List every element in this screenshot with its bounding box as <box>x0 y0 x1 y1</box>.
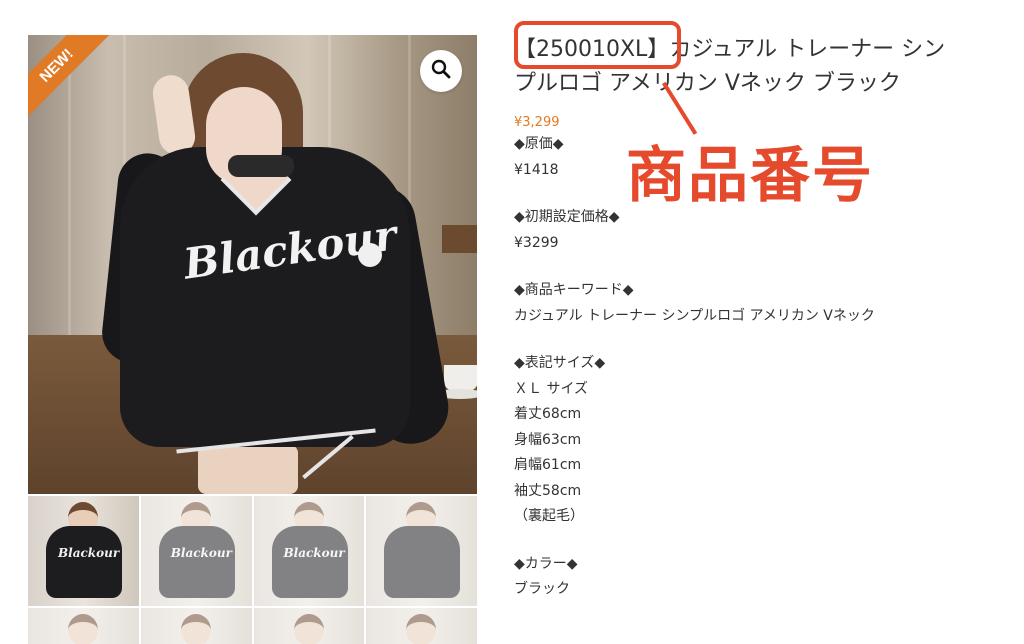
thumbnail-4[interactable] <box>366 496 477 606</box>
headphones <box>228 155 294 177</box>
thumb-sweater <box>46 526 122 598</box>
zoom-button[interactable] <box>420 50 462 92</box>
size-heading: ◆表記サイズ◆ <box>514 355 606 371</box>
thumb-model-head <box>293 502 324 534</box>
sweater-patch <box>358 243 382 267</box>
initial-price-value: ¥3299 <box>514 234 559 251</box>
thumb-model-head <box>68 614 98 644</box>
length-value: 着丈68cm <box>514 406 582 422</box>
color-heading: ◆カラー◆ <box>514 555 578 572</box>
body-width-value: 身幅63cm <box>514 431 582 448</box>
thumbnail-6[interactable] <box>140 608 252 644</box>
product-summary: 【250010XL】カジュアル トレーナー シンプルロゴ アメリカン Vネック … <box>514 21 1014 603</box>
product-price: ¥3,299 <box>514 115 560 130</box>
sleeve-length-value: 袖丈58cm <box>514 482 582 499</box>
color-value: ブラック <box>514 581 570 597</box>
thumb-model-head <box>406 614 437 644</box>
model-legs <box>198 445 298 494</box>
thumb-sweater <box>384 526 461 598</box>
thumb-print-logo: Blackour <box>283 546 345 560</box>
thumb-print-logo: Blackour <box>170 546 232 560</box>
shoulder-width-value: 肩幅61cm <box>514 457 582 473</box>
thumbnail-strip: Blackour Blackour Blackour <box>28 496 477 644</box>
sku-highlight-box <box>514 21 681 69</box>
keywords-value: カジュアル トレーナー シンプルロゴ アメリカン Vネック <box>514 307 875 324</box>
thumb-sweater <box>271 526 348 598</box>
sku-annotation-label: 商品番号 <box>626 141 874 211</box>
main-product-image[interactable]: Blackour NEW! <box>28 35 477 494</box>
size-label: ＸＬ サイズ <box>514 380 589 397</box>
keywords-heading: ◆商品キーワード◆ <box>514 282 634 298</box>
thumbnail-2[interactable]: Blackour <box>140 496 252 606</box>
thumb-model-head <box>180 614 211 644</box>
thumbnail-7[interactable] <box>253 608 365 644</box>
thumb-print-logo: Blackour <box>58 546 120 560</box>
thumbnail-8[interactable] <box>366 608 477 644</box>
thumb-model-head <box>180 502 211 534</box>
lining-note: （裏起毛） <box>514 508 584 524</box>
thumb-sweater <box>158 526 235 598</box>
wooden-shelf <box>442 225 477 253</box>
thumbnail-1[interactable]: Blackour <box>28 496 139 606</box>
thumb-model-head <box>293 614 324 644</box>
thumbnail-3[interactable]: Blackour <box>253 496 365 606</box>
magnifier-icon <box>431 59 451 83</box>
product-gallery: Blackour NEW! Blackour Blackour Blackour <box>28 35 477 644</box>
thumbnail-5[interactable] <box>28 608 139 644</box>
coffee-cup <box>444 365 477 391</box>
thumb-model-head <box>406 502 437 534</box>
